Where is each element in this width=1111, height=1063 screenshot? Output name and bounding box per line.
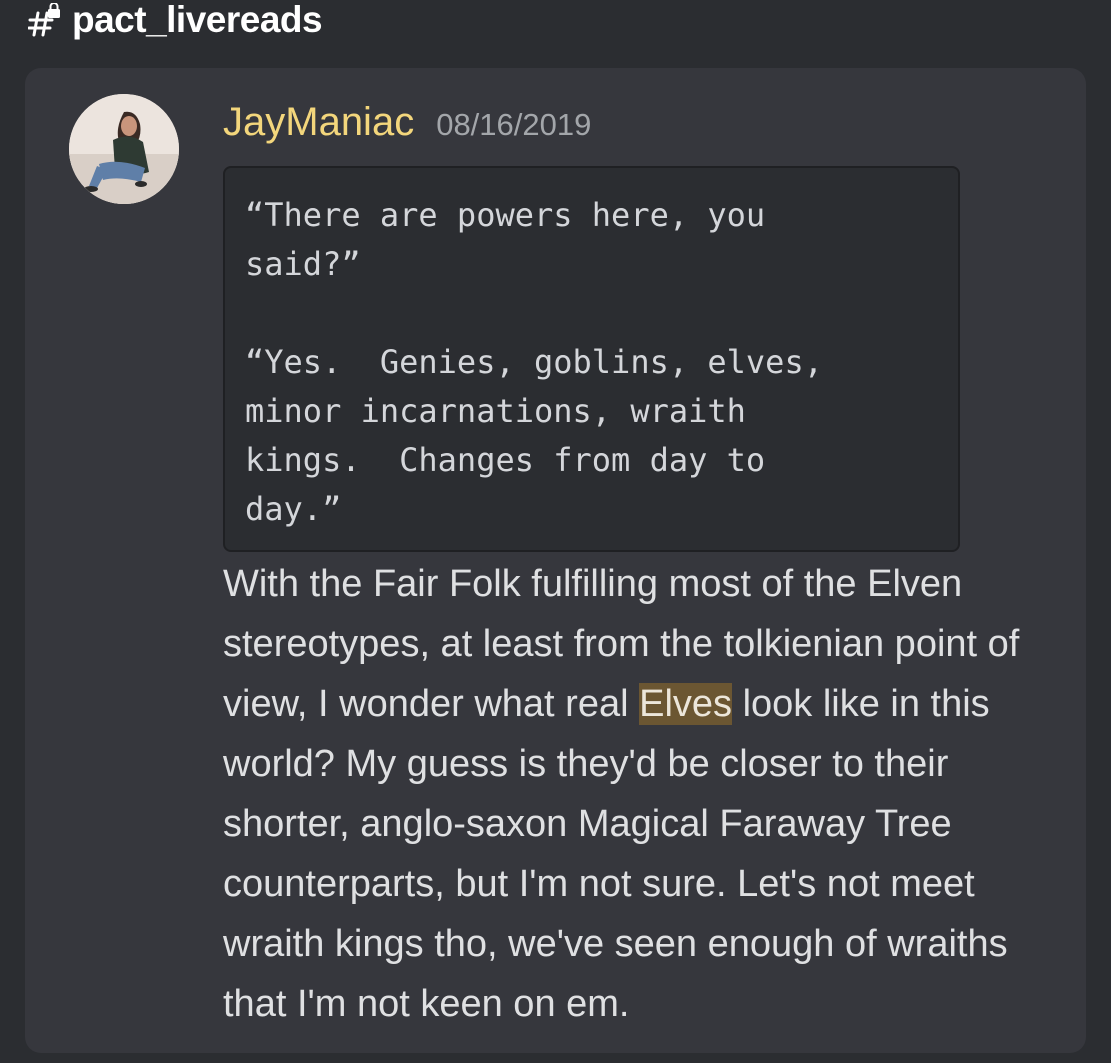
message-text: With the Fair Folk fulfilling most of th… — [223, 554, 1053, 1034]
channel-header: pact_livereads — [27, 0, 323, 40]
author-name[interactable]: JayManiac — [223, 96, 414, 148]
avatar[interactable] — [69, 94, 179, 204]
search-highlight: Elves — [639, 683, 733, 725]
code-block-text: “There are powers here, you said?” “Yes.… — [245, 196, 823, 528]
hashtag-lock-icon — [27, 2, 62, 37]
channel-name[interactable]: pact_livereads — [72, 0, 323, 40]
message-timestamp: 08/16/2019 — [436, 107, 592, 142]
message-header: JayManiac 08/16/2019 — [223, 96, 591, 148]
message-text-part: look like in this world? My guess is the… — [223, 683, 1008, 1025]
code-block: “There are powers here, you said?” “Yes.… — [223, 166, 960, 552]
